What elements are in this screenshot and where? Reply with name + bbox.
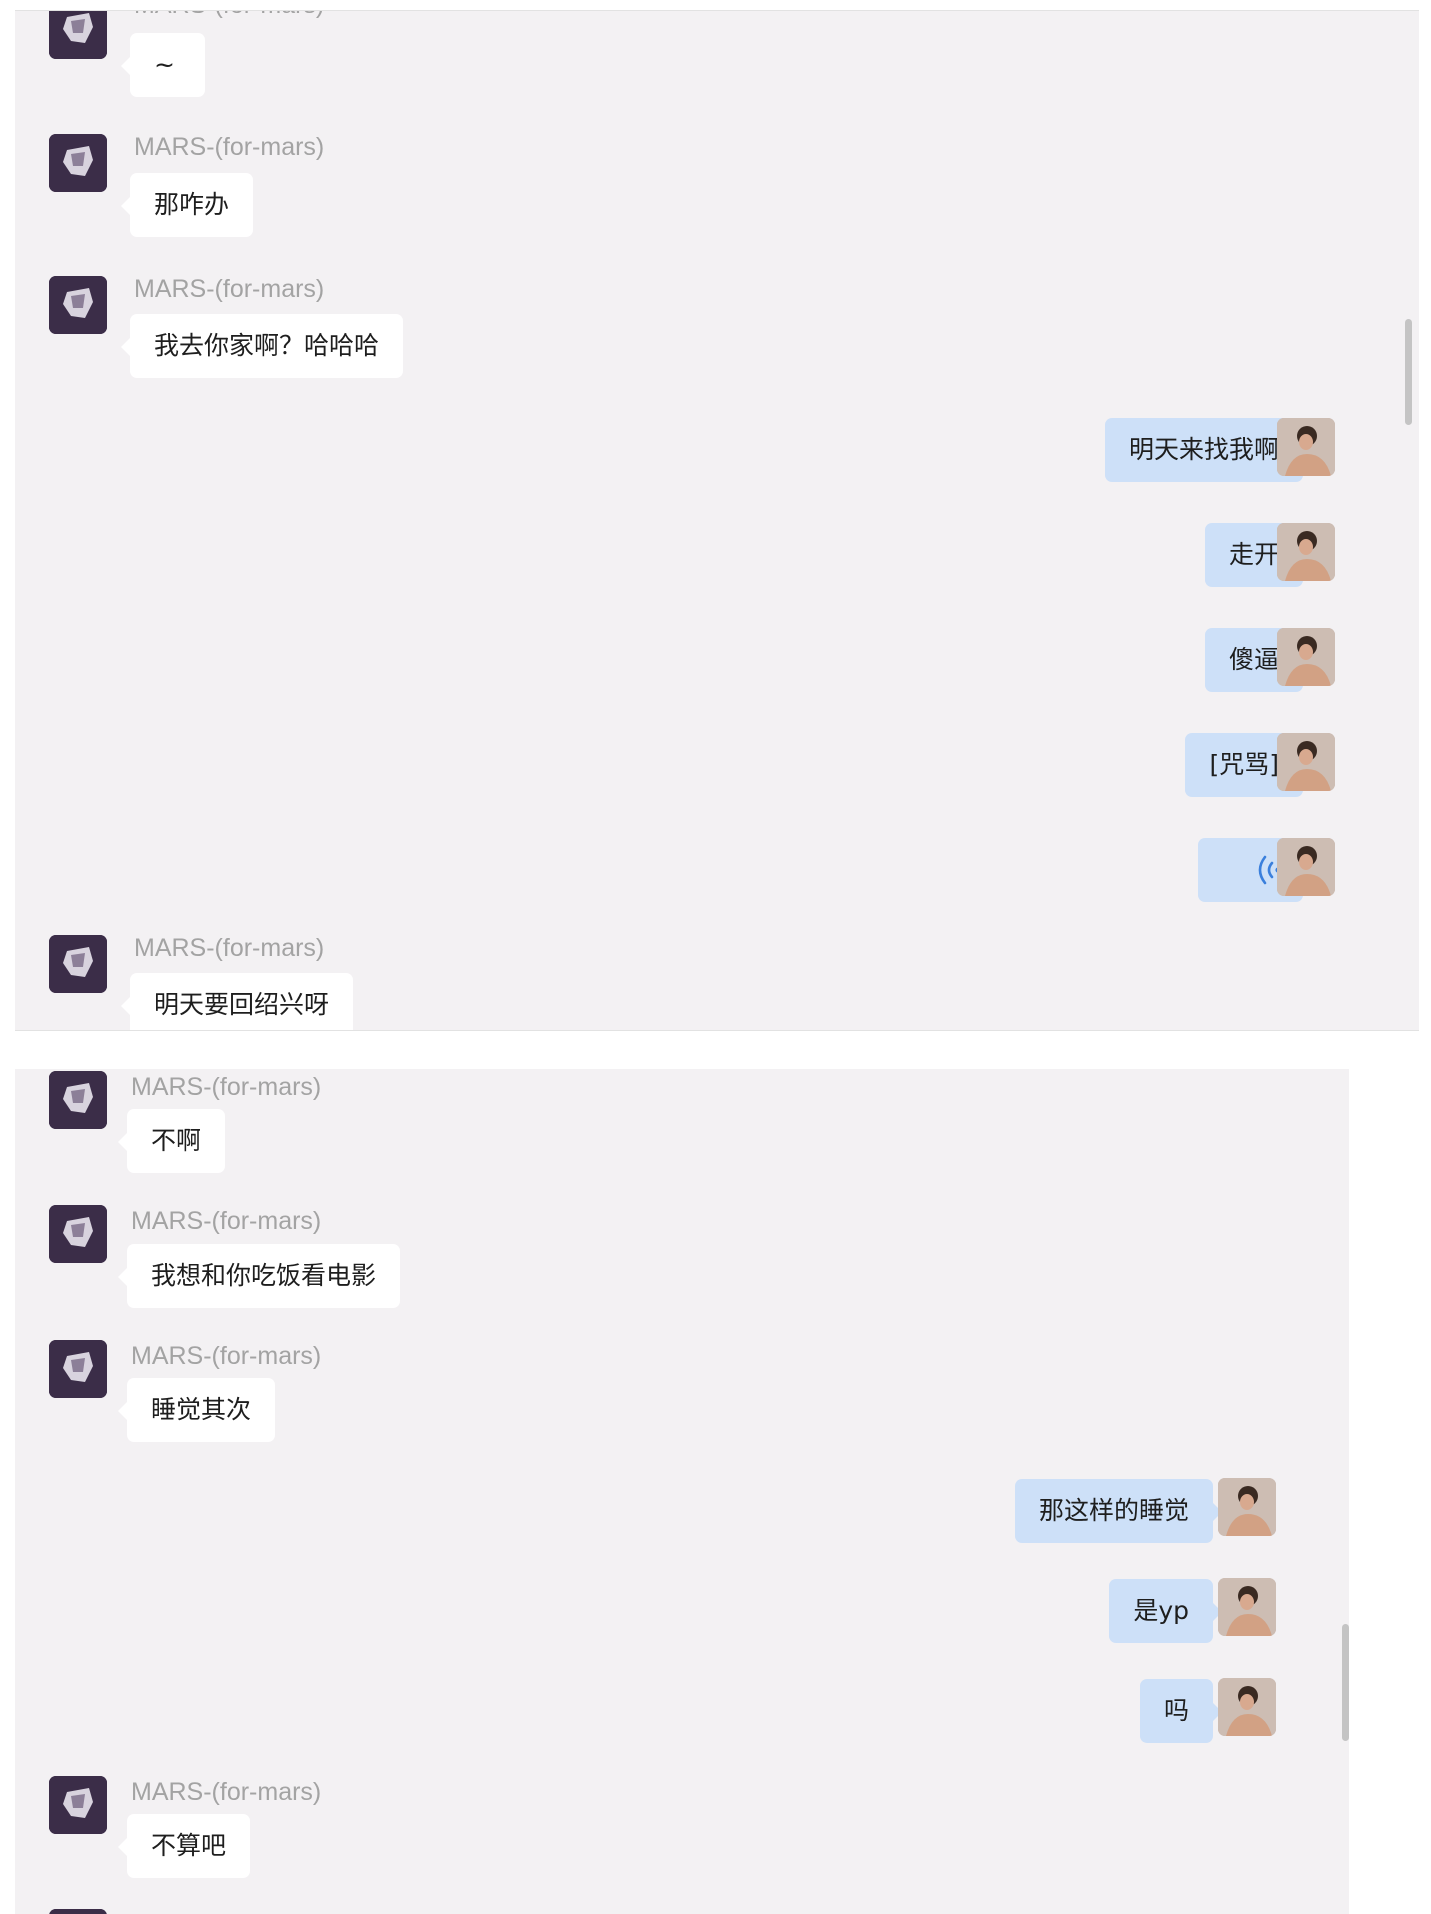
chat-panel-top[interactable]: MARS-(for-mars) ~ MARS-(for-mars) 那咋办 MA… bbox=[15, 10, 1419, 1031]
sender-name: MARS-(for-mars) bbox=[131, 1778, 322, 1806]
my-avatar[interactable] bbox=[1218, 1578, 1276, 1636]
my-avatar[interactable] bbox=[1218, 1478, 1276, 1536]
mars-avatar[interactable] bbox=[49, 1071, 107, 1129]
mars-avatar[interactable] bbox=[49, 11, 107, 59]
scrollbar-thumb[interactable] bbox=[1342, 1624, 1349, 1741]
mars-avatar[interactable] bbox=[49, 134, 107, 192]
mars-avatar[interactable] bbox=[49, 1776, 107, 1834]
message-bubble[interactable]: 是yp bbox=[1109, 1579, 1222, 1643]
sender-name: MARS-(for-mars) bbox=[131, 1342, 322, 1370]
message-bubble[interactable]: 不啊 bbox=[117, 1109, 226, 1173]
sender-name: MARS-(for-mars) bbox=[131, 1073, 322, 1101]
mars-avatar[interactable] bbox=[49, 1340, 107, 1398]
my-avatar[interactable] bbox=[1218, 1678, 1276, 1736]
message-bubble[interactable]: 不算吧 bbox=[117, 1814, 251, 1878]
message-bubble[interactable]: 那咋办 bbox=[120, 173, 254, 237]
mars-avatar[interactable] bbox=[49, 935, 107, 993]
message-bubble[interactable]: 那这样的睡觉 bbox=[1014, 1479, 1223, 1543]
my-avatar[interactable] bbox=[1277, 838, 1335, 896]
sender-name: MARS-(for-mars) bbox=[134, 934, 325, 962]
message-bubble[interactable]: 我去你家啊？哈哈哈 bbox=[120, 314, 404, 378]
sender-name: MARS-(for-mars) bbox=[134, 275, 325, 303]
mars-avatar[interactable] bbox=[49, 276, 107, 334]
message-bubble[interactable]: 明天来找我啊 bbox=[1104, 418, 1313, 482]
message-bubble[interactable]: 吗 bbox=[1139, 1679, 1223, 1743]
my-avatar[interactable] bbox=[1277, 628, 1335, 686]
scrollbar-thumb[interactable] bbox=[1405, 319, 1412, 425]
sender-name: MARS-(for-mars) bbox=[134, 133, 325, 161]
message-bubble[interactable]: 明天要回绍兴呀 bbox=[120, 973, 354, 1030]
mars-avatar[interactable] bbox=[49, 1909, 107, 1914]
message-bubble[interactable]: 我想和你吃饭看电影 bbox=[117, 1244, 401, 1308]
my-avatar[interactable] bbox=[1277, 418, 1335, 476]
mars-avatar[interactable] bbox=[49, 1205, 107, 1263]
sender-name: MARS-(for-mars) bbox=[131, 1207, 322, 1235]
message-bubble[interactable]: 睡觉其次 bbox=[117, 1378, 276, 1442]
chat-panel-bottom[interactable]: MARS-(for-mars) 不啊 MARS-(for-mars) 我想和你吃… bbox=[15, 1069, 1349, 1914]
my-avatar[interactable] bbox=[1277, 523, 1335, 581]
sender-name: MARS-(for-mars) bbox=[134, 11, 324, 20]
my-avatar[interactable] bbox=[1277, 733, 1335, 791]
message-bubble[interactable]: ~ bbox=[121, 33, 205, 97]
